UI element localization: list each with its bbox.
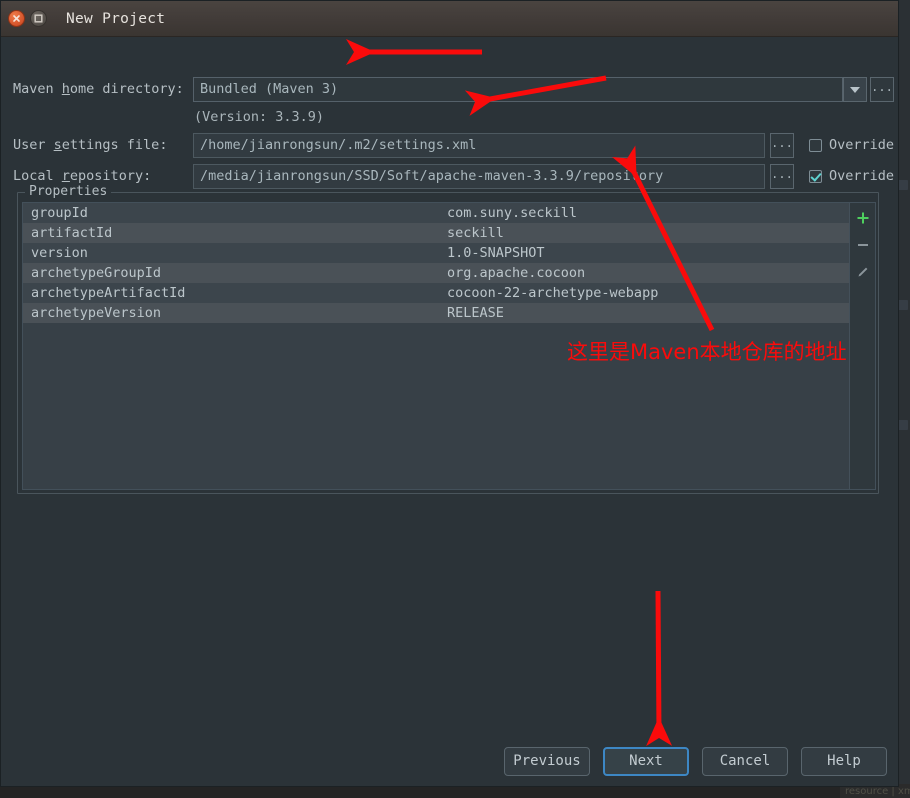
property-value: seckill — [447, 223, 849, 243]
background-status-text: resource | xml:mapper — [845, 786, 910, 797]
background-tool-icon-1 — [898, 180, 908, 190]
screen: resource | xml:mapper New Project Maven … — [0, 0, 910, 798]
next-button[interactable]: Next — [603, 747, 689, 776]
user-settings-row: User settings file: — [13, 133, 167, 157]
background-tool-icon-2 — [898, 300, 908, 310]
pencil-icon[interactable] — [852, 261, 874, 282]
local-repository-label: Local repository: — [13, 168, 151, 184]
checkbox-checked-icon — [809, 170, 822, 183]
property-key: artifactId — [23, 223, 447, 243]
maven-version-note: (Version: 3.3.9) — [194, 109, 324, 125]
plus-icon[interactable] — [852, 207, 874, 228]
property-value: cocoon-22-archetype-webapp — [447, 283, 849, 303]
local-repository-override-label: Override — [829, 168, 894, 184]
new-project-dialog: New Project Maven home directory: Bundle… — [0, 0, 899, 787]
dialog-title: New Project — [66, 11, 165, 27]
maven-home-input[interactable]: Bundled (Maven 3) — [193, 77, 843, 102]
window-maximize-icon[interactable] — [30, 10, 47, 27]
property-key: archetypeArtifactId — [23, 283, 447, 303]
property-value: RELEASE — [447, 303, 849, 323]
properties-row[interactable]: artifactIdseckill — [23, 223, 849, 243]
maven-home-label: Maven home directory: — [13, 81, 184, 97]
properties-row[interactable]: archetypeArtifactIdcocoon-22-archetype-w… — [23, 283, 849, 303]
user-settings-override-label: Override — [829, 137, 894, 153]
user-settings-label: User settings file: — [13, 137, 167, 153]
properties-row[interactable]: archetypeVersionRELEASE — [23, 303, 849, 323]
help-button[interactable]: Help — [801, 747, 887, 776]
property-value: org.apache.cocoon — [447, 263, 849, 283]
maven-home-row: Maven home directory: — [13, 77, 184, 101]
background-tool-icon-3 — [898, 420, 908, 430]
property-value: 1.0-SNAPSHOT — [447, 243, 849, 263]
property-key: archetypeVersion — [23, 303, 447, 323]
property-key: groupId — [23, 203, 447, 223]
dialog-titlebar: New Project — [1, 1, 898, 37]
maven-home-dropdown-button[interactable] — [843, 77, 867, 102]
property-key: archetypeGroupId — [23, 263, 447, 283]
checkbox-unchecked-icon — [809, 139, 822, 152]
minus-icon[interactable] — [852, 234, 874, 255]
window-close-icon[interactable] — [8, 10, 25, 27]
cancel-button[interactable]: Cancel — [702, 747, 788, 776]
user-settings-input[interactable]: /home/jianrongsun/.m2/settings.xml — [193, 133, 765, 158]
properties-row[interactable]: groupIdcom.suny.seckill — [23, 203, 849, 223]
property-key: version — [23, 243, 447, 263]
chevron-down-icon — [850, 87, 860, 93]
user-settings-override-checkbox[interactable]: Override — [809, 137, 894, 153]
local-repository-browse-button[interactable]: ... — [770, 164, 794, 189]
properties-toolbar — [849, 203, 875, 489]
local-repository-input[interactable]: /media/jianrongsun/SSD/Soft/apache-maven… — [193, 164, 765, 189]
dialog-body: Maven home directory: Bundled (Maven 3) … — [1, 37, 898, 786]
dialog-button-bar: Previous Next Cancel Help — [1, 746, 898, 776]
properties-legend: Properties — [25, 184, 111, 199]
local-repository-override-checkbox[interactable]: Override — [809, 168, 894, 184]
properties-row[interactable]: version1.0-SNAPSHOT — [23, 243, 849, 263]
maven-home-browse-button[interactable]: ... — [870, 77, 894, 102]
properties-row[interactable]: archetypeGroupIdorg.apache.cocoon — [23, 263, 849, 283]
annotation-note-text: 这里是Maven本地仓库的地址 — [567, 336, 847, 366]
property-value: com.suny.seckill — [447, 203, 849, 223]
user-settings-browse-button[interactable]: ... — [770, 133, 794, 158]
previous-button[interactable]: Previous — [504, 747, 590, 776]
